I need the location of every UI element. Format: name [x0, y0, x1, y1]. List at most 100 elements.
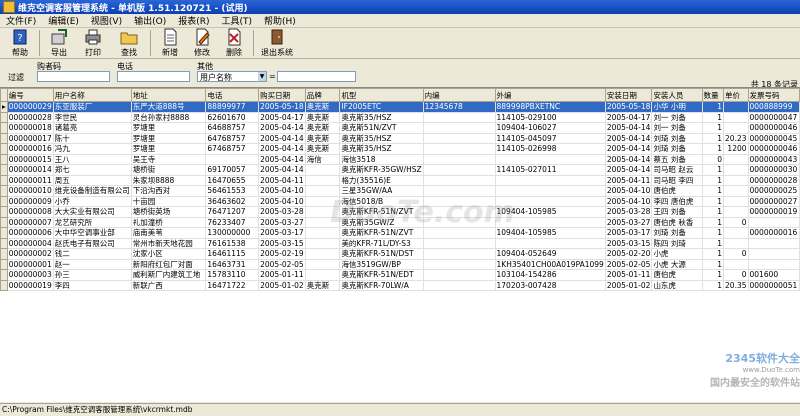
- print-button[interactable]: 打印: [75, 28, 111, 58]
- table-cell: 奥克斯35/HSZ: [339, 111, 424, 123]
- table-cell: 56461553: [205, 185, 260, 197]
- table-cell: 000000017: [6, 132, 54, 144]
- column-header[interactable]: 品牌: [304, 88, 341, 102]
- row-indicator[interactable]: [0, 279, 8, 291]
- table-cell: 0000000043: [747, 153, 800, 165]
- table-cell: 奥克斯: [304, 101, 341, 113]
- row-indicator[interactable]: [0, 206, 8, 218]
- menu-help[interactable]: 帮助(H): [258, 14, 302, 27]
- filter-label: 过滤: [8, 73, 24, 82]
- column-header[interactable]: 用户名称: [52, 88, 132, 102]
- table-row[interactable]: 000000018 诸葛亮 罗塘里 64688757 2005-04-14 奥克斯 奥克斯5…: [0, 122, 800, 134]
- table-cell: 2005-04-14: [604, 132, 653, 144]
- table-cell: 67468757: [205, 143, 260, 155]
- menu-edit[interactable]: 编辑(E): [42, 14, 85, 27]
- row-indicator[interactable]: [0, 227, 8, 239]
- table-cell: 司马昭 李四: [651, 174, 703, 186]
- row-indicator[interactable]: [0, 237, 8, 249]
- column-header[interactable]: 外编: [494, 88, 606, 102]
- delete-button[interactable]: 删除: [218, 28, 250, 58]
- table-row[interactable]: 000000011 周五 朱家坝8888 16470655 2005-04-11 格力(3…: [0, 174, 800, 186]
- menu-tools[interactable]: 工具(T): [216, 14, 259, 27]
- edit-button[interactable]: 修改: [186, 28, 218, 58]
- table-cell: 大中华空调事业部: [52, 227, 132, 239]
- table-row[interactable]: 000000015 王八 吴王寺 2005-04-14 海信 海信3518 2005-04-…: [0, 153, 800, 165]
- table-cell: 2005-04-10: [258, 195, 306, 207]
- menu-file[interactable]: 文件(F): [0, 14, 42, 27]
- table-cell: 奥克斯KFR-70LW/A: [339, 279, 424, 291]
- table-cell: 114105-027011: [494, 164, 606, 176]
- table-cell: 1: [701, 111, 725, 123]
- table-cell: 2005-04-14: [258, 164, 306, 176]
- row-indicator[interactable]: [0, 269, 8, 281]
- row-indicator-header: [0, 88, 8, 102]
- title-bar: 维克空调客服管理系统 - 单机版 1.51.120721 - (试用): [0, 0, 800, 14]
- table-cell: 奥克斯35/HSZ: [339, 132, 424, 144]
- column-header[interactable]: 安装人员: [651, 88, 703, 102]
- table-cell: [304, 258, 341, 270]
- new-button[interactable]: 新增: [154, 28, 186, 58]
- table-row[interactable]: 000000019 李四 新联广西 16471722 2005-01-02 奥克斯 奥克斯K…: [0, 279, 800, 291]
- column-header[interactable]: 购买日期: [258, 88, 306, 102]
- column-header[interactable]: 电话: [205, 88, 260, 102]
- table-row[interactable]: 000000004 赵氏电子有限公司 常州市新天地花园 76161538 2005-03…: [0, 237, 800, 249]
- column-header[interactable]: 安装日期: [604, 88, 653, 102]
- current-row-indicator[interactable]: ▸: [0, 101, 8, 113]
- table-row[interactable]: ▸ 000000029 东亚服装厂 东严大道888号 88899977 2005-05-1…: [0, 101, 800, 113]
- row-indicator[interactable]: [0, 132, 8, 144]
- column-header[interactable]: 发票号码: [747, 88, 800, 102]
- table-row[interactable]: 000000001 赵一 新阳府红包厂对面 16463731 2005-02-05 海信3…: [0, 258, 800, 270]
- export-button[interactable]: 导出: [43, 28, 75, 58]
- row-indicator[interactable]: [0, 185, 8, 197]
- table-cell: 新阳府红包厂对面: [130, 258, 207, 270]
- help-button[interactable]: ? 帮助: [4, 28, 36, 58]
- table-cell: 美的KFR-71L/DY-S3: [339, 237, 424, 249]
- table-cell: [723, 227, 749, 239]
- menu-output[interactable]: 输出(O): [128, 14, 172, 27]
- row-indicator[interactable]: [0, 216, 8, 228]
- table-cell: [494, 174, 606, 186]
- table-cell: [747, 216, 800, 228]
- table-cell: 0: [723, 269, 749, 281]
- row-indicator[interactable]: [0, 164, 8, 176]
- column-header[interactable]: 数量: [701, 88, 725, 102]
- table-cell: 李四: [52, 279, 132, 291]
- row-indicator[interactable]: [0, 122, 8, 134]
- menu-view[interactable]: 视图(V): [85, 14, 128, 27]
- field-select[interactable]: 用户名称 ▼: [197, 71, 267, 82]
- table-cell: 2005-04-10: [258, 185, 306, 197]
- exit-button[interactable]: 退出系统: [257, 28, 297, 58]
- table-cell: 陈十: [52, 132, 132, 144]
- row-indicator[interactable]: [0, 174, 8, 186]
- column-header[interactable]: 编号: [6, 88, 54, 102]
- table-row[interactable]: 000000014 郑七 塘桥街 69170057 2005-04-14 奥克斯KFR-3…: [0, 164, 800, 176]
- phone-input[interactable]: [117, 71, 190, 82]
- column-header[interactable]: 机型: [339, 88, 424, 102]
- buyer-code-input[interactable]: [37, 71, 110, 82]
- table-cell: 奥克斯51N/ZVT: [339, 122, 424, 134]
- table-row[interactable]: 000000028 李世民 灵台孙家村8888 62601670 2005-04-17 奥…: [0, 111, 800, 123]
- column-header[interactable]: 内编: [422, 88, 496, 102]
- edit-pencil-icon: [196, 28, 210, 46]
- table-row[interactable]: 000000016 冯九 罗塘里 67468757 2005-04-14 奥克斯 奥克斯35…: [0, 143, 800, 155]
- table-cell: [747, 258, 800, 270]
- table-row[interactable]: 000000017 陈十 罗塘里 64768757 2005-04-14 奥克斯 奥克斯35…: [0, 132, 800, 144]
- row-indicator[interactable]: [0, 248, 8, 260]
- menu-report[interactable]: 报表(R): [172, 14, 215, 27]
- find-button[interactable]: 查找: [111, 28, 147, 58]
- table-cell: 000000009: [6, 195, 54, 207]
- table-cell: 1: [701, 174, 725, 186]
- row-indicator[interactable]: [0, 258, 8, 270]
- row-indicator[interactable]: [0, 111, 8, 123]
- table-cell: 2005-03-28: [258, 206, 306, 218]
- table-cell: 0000000025: [747, 185, 800, 197]
- row-indicator[interactable]: [0, 153, 8, 165]
- row-indicator[interactable]: [0, 195, 8, 207]
- filter-value-input[interactable]: [277, 71, 356, 82]
- column-header[interactable]: 单价: [723, 88, 749, 102]
- column-header[interactable]: 地址: [130, 88, 207, 102]
- table-row[interactable]: 000000003 孙三 威利斯厂内建筑工地 15783110 2005-01-11 奥克…: [0, 269, 800, 281]
- table-row[interactable]: 000000002 钱二 沈家小区 16461115 2005-02-19 奥克斯KFR-…: [0, 248, 800, 260]
- app-icon: [3, 1, 15, 13]
- row-indicator[interactable]: [0, 143, 8, 155]
